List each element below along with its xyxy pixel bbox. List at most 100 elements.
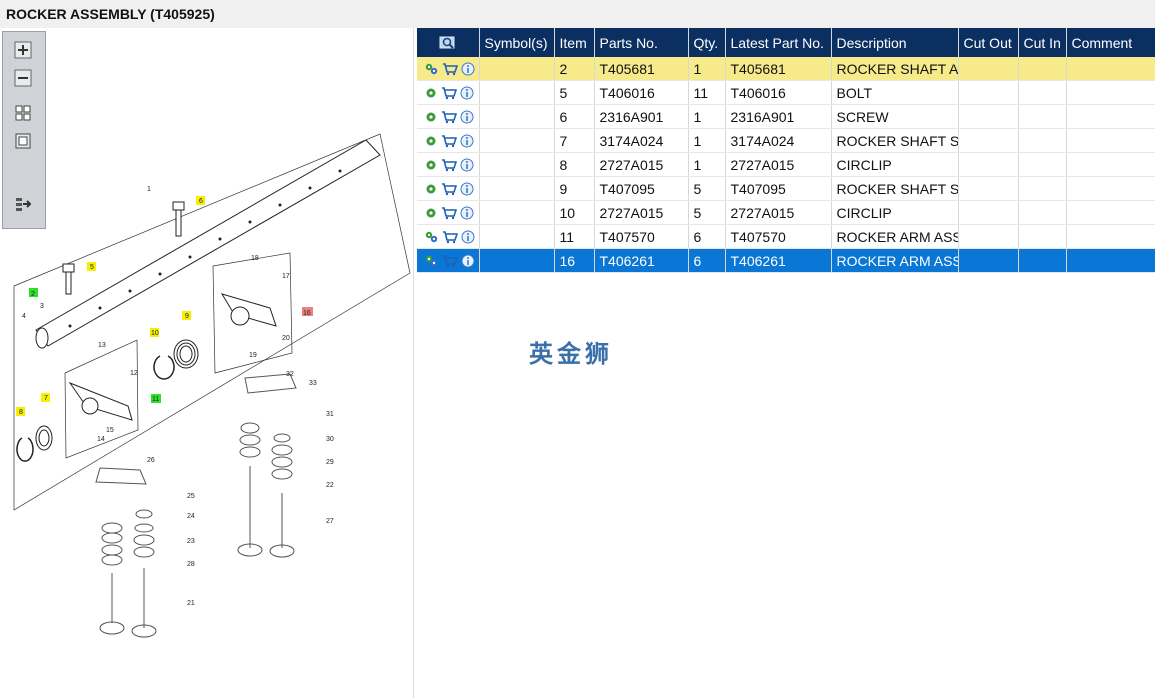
zoom-out-icon xyxy=(14,69,32,87)
cell-item: 8 xyxy=(554,152,595,177)
cell-qty: 1 xyxy=(688,128,726,153)
cart-icon[interactable] xyxy=(441,182,457,196)
cell-cut-in xyxy=(1018,176,1067,201)
cell-latest-part-no: T406261 xyxy=(725,248,832,273)
svg-text:30: 30 xyxy=(326,436,334,443)
cell-cut-out xyxy=(958,152,1019,177)
cart-icon[interactable] xyxy=(441,134,457,148)
cell-comment xyxy=(1066,104,1155,129)
info-icon[interactable] xyxy=(460,134,474,148)
column-header-cut-in[interactable]: Cut In xyxy=(1018,28,1067,57)
info-icon[interactable] xyxy=(460,110,474,124)
cart-icon[interactable] xyxy=(441,206,457,220)
svg-text:7: 7 xyxy=(44,395,48,402)
gear-icon[interactable] xyxy=(424,158,438,172)
cell-symbols xyxy=(479,80,555,105)
cell-description: CIRCLIP xyxy=(831,200,959,225)
cart-icon[interactable] xyxy=(442,62,458,76)
cell-qty: 11 xyxy=(688,80,726,105)
column-header-cut-out[interactable]: Cut Out xyxy=(958,28,1019,57)
column-header-comment[interactable]: Comment xyxy=(1066,28,1155,57)
svg-text:33: 33 xyxy=(309,380,317,387)
cell-item: 7 xyxy=(554,128,595,153)
row-actions xyxy=(417,57,480,81)
cell-latest-part-no: T407570 xyxy=(725,224,832,249)
zoom-out-button[interactable] xyxy=(13,68,33,88)
gear-multi-icon[interactable] xyxy=(424,254,439,268)
cell-latest-part-no: 3174A024 xyxy=(725,128,832,153)
cell-description: ROCKER SHAFT SPRING xyxy=(831,128,959,153)
cart-icon[interactable] xyxy=(441,158,457,172)
gear-icon[interactable] xyxy=(424,134,438,148)
cell-cut-out xyxy=(958,248,1019,273)
cart-icon[interactable] xyxy=(442,230,458,244)
diagram-pane[interactable]: 123 456 789 10 11 12 13 14 15 16 17 18 19 20 21 … xyxy=(0,28,414,698)
cell-parts-no: 3174A024 xyxy=(594,128,689,153)
cart-icon[interactable] xyxy=(442,254,458,268)
table-row[interactable]: 9T4070955T407095ROCKER SHAFT SPRING xyxy=(417,176,1155,201)
cell-symbols xyxy=(479,248,555,273)
gear-multi-icon[interactable] xyxy=(424,230,439,244)
cell-qty: 6 xyxy=(688,248,726,273)
cell-item: 10 xyxy=(554,200,595,225)
cell-cut-in xyxy=(1018,200,1067,225)
cell-symbols xyxy=(479,200,555,225)
exploded-diagram[interactable]: 123 456 789 101112 131415 161718 192021 … xyxy=(0,28,413,698)
fit-all-icon xyxy=(15,105,31,121)
fit-window-icon xyxy=(15,133,31,149)
svg-text:20: 20 xyxy=(282,335,290,342)
table-row[interactable]: 11T4075706T407570ROCKER ARM ASSEMBLY xyxy=(417,224,1155,249)
row-actions xyxy=(417,248,480,273)
table-row[interactable]: 5 T406016 11 T406016 BOLT xyxy=(417,80,1155,105)
gear-icon[interactable] xyxy=(424,110,438,124)
row-actions xyxy=(417,152,480,177)
info-icon[interactable] xyxy=(460,158,474,172)
info-icon[interactable] xyxy=(460,182,474,196)
table-row[interactable]: 8 2727A015 1 2727A015 CIRCLIP xyxy=(417,152,1155,177)
cart-icon[interactable] xyxy=(441,110,457,124)
cell-description: CIRCLIP xyxy=(831,152,959,177)
gear-icon[interactable] xyxy=(424,182,438,196)
search-column-header[interactable] xyxy=(417,28,480,57)
cell-cut-in xyxy=(1018,152,1067,177)
svg-text:5: 5 xyxy=(90,264,94,271)
cell-cut-in xyxy=(1018,57,1067,81)
svg-text:4: 4 xyxy=(22,313,26,320)
cell-parts-no: T407570 xyxy=(594,224,689,249)
gear-multi-icon[interactable] xyxy=(424,62,439,76)
zoom-in-icon xyxy=(14,41,32,59)
info-icon[interactable] xyxy=(460,86,474,100)
column-header-symbols[interactable]: Symbol(s) xyxy=(479,28,555,57)
column-header-description[interactable]: Description xyxy=(831,28,959,57)
column-header-latest-part-no[interactable]: Latest Part No. xyxy=(725,28,832,57)
table-row[interactable]: 2T4056811T405681ROCKER SHAFT ASSEMBLY xyxy=(417,57,1155,81)
info-icon[interactable] xyxy=(461,62,475,76)
cell-item: 2 xyxy=(554,57,595,81)
row-actions xyxy=(417,80,480,105)
info-icon[interactable] xyxy=(461,230,475,244)
column-header-qty[interactable]: Qty. xyxy=(688,28,726,57)
gear-icon[interactable] xyxy=(424,206,438,220)
fit-window-button[interactable] xyxy=(13,131,33,151)
info-icon[interactable] xyxy=(460,206,474,220)
cell-latest-part-no: T405681 xyxy=(725,57,832,81)
svg-text:1: 1 xyxy=(147,186,151,193)
table-row[interactable]: 16T4062616T406261ROCKER ARM ASSEMBLY xyxy=(417,248,1155,273)
cart-icon[interactable] xyxy=(441,86,457,100)
cell-comment xyxy=(1066,224,1155,249)
column-header-item[interactable]: Item xyxy=(554,28,595,57)
gear-icon[interactable] xyxy=(424,86,438,100)
column-header-parts-no[interactable]: Parts No. xyxy=(594,28,689,57)
svg-text:21: 21 xyxy=(187,600,195,607)
export-button[interactable] xyxy=(13,194,33,214)
cell-parts-no: 2727A015 xyxy=(594,200,689,225)
table-row[interactable]: 73174A02413174A024ROCKER SHAFT SPRING xyxy=(417,128,1155,153)
cell-latest-part-no: 2316A901 xyxy=(725,104,832,129)
svg-text:32: 32 xyxy=(286,371,294,378)
title-bar: ROCKER ASSEMBLY (T405925) xyxy=(0,0,1155,28)
info-icon[interactable] xyxy=(461,254,475,268)
table-row[interactable]: 6 2316A901 1 2316A901 SCREW xyxy=(417,104,1155,129)
table-row[interactable]: 10 2727A015 5 2727A015 CIRCLIP xyxy=(417,200,1155,225)
zoom-in-button[interactable] xyxy=(13,40,33,60)
fit-all-button[interactable] xyxy=(13,103,33,123)
